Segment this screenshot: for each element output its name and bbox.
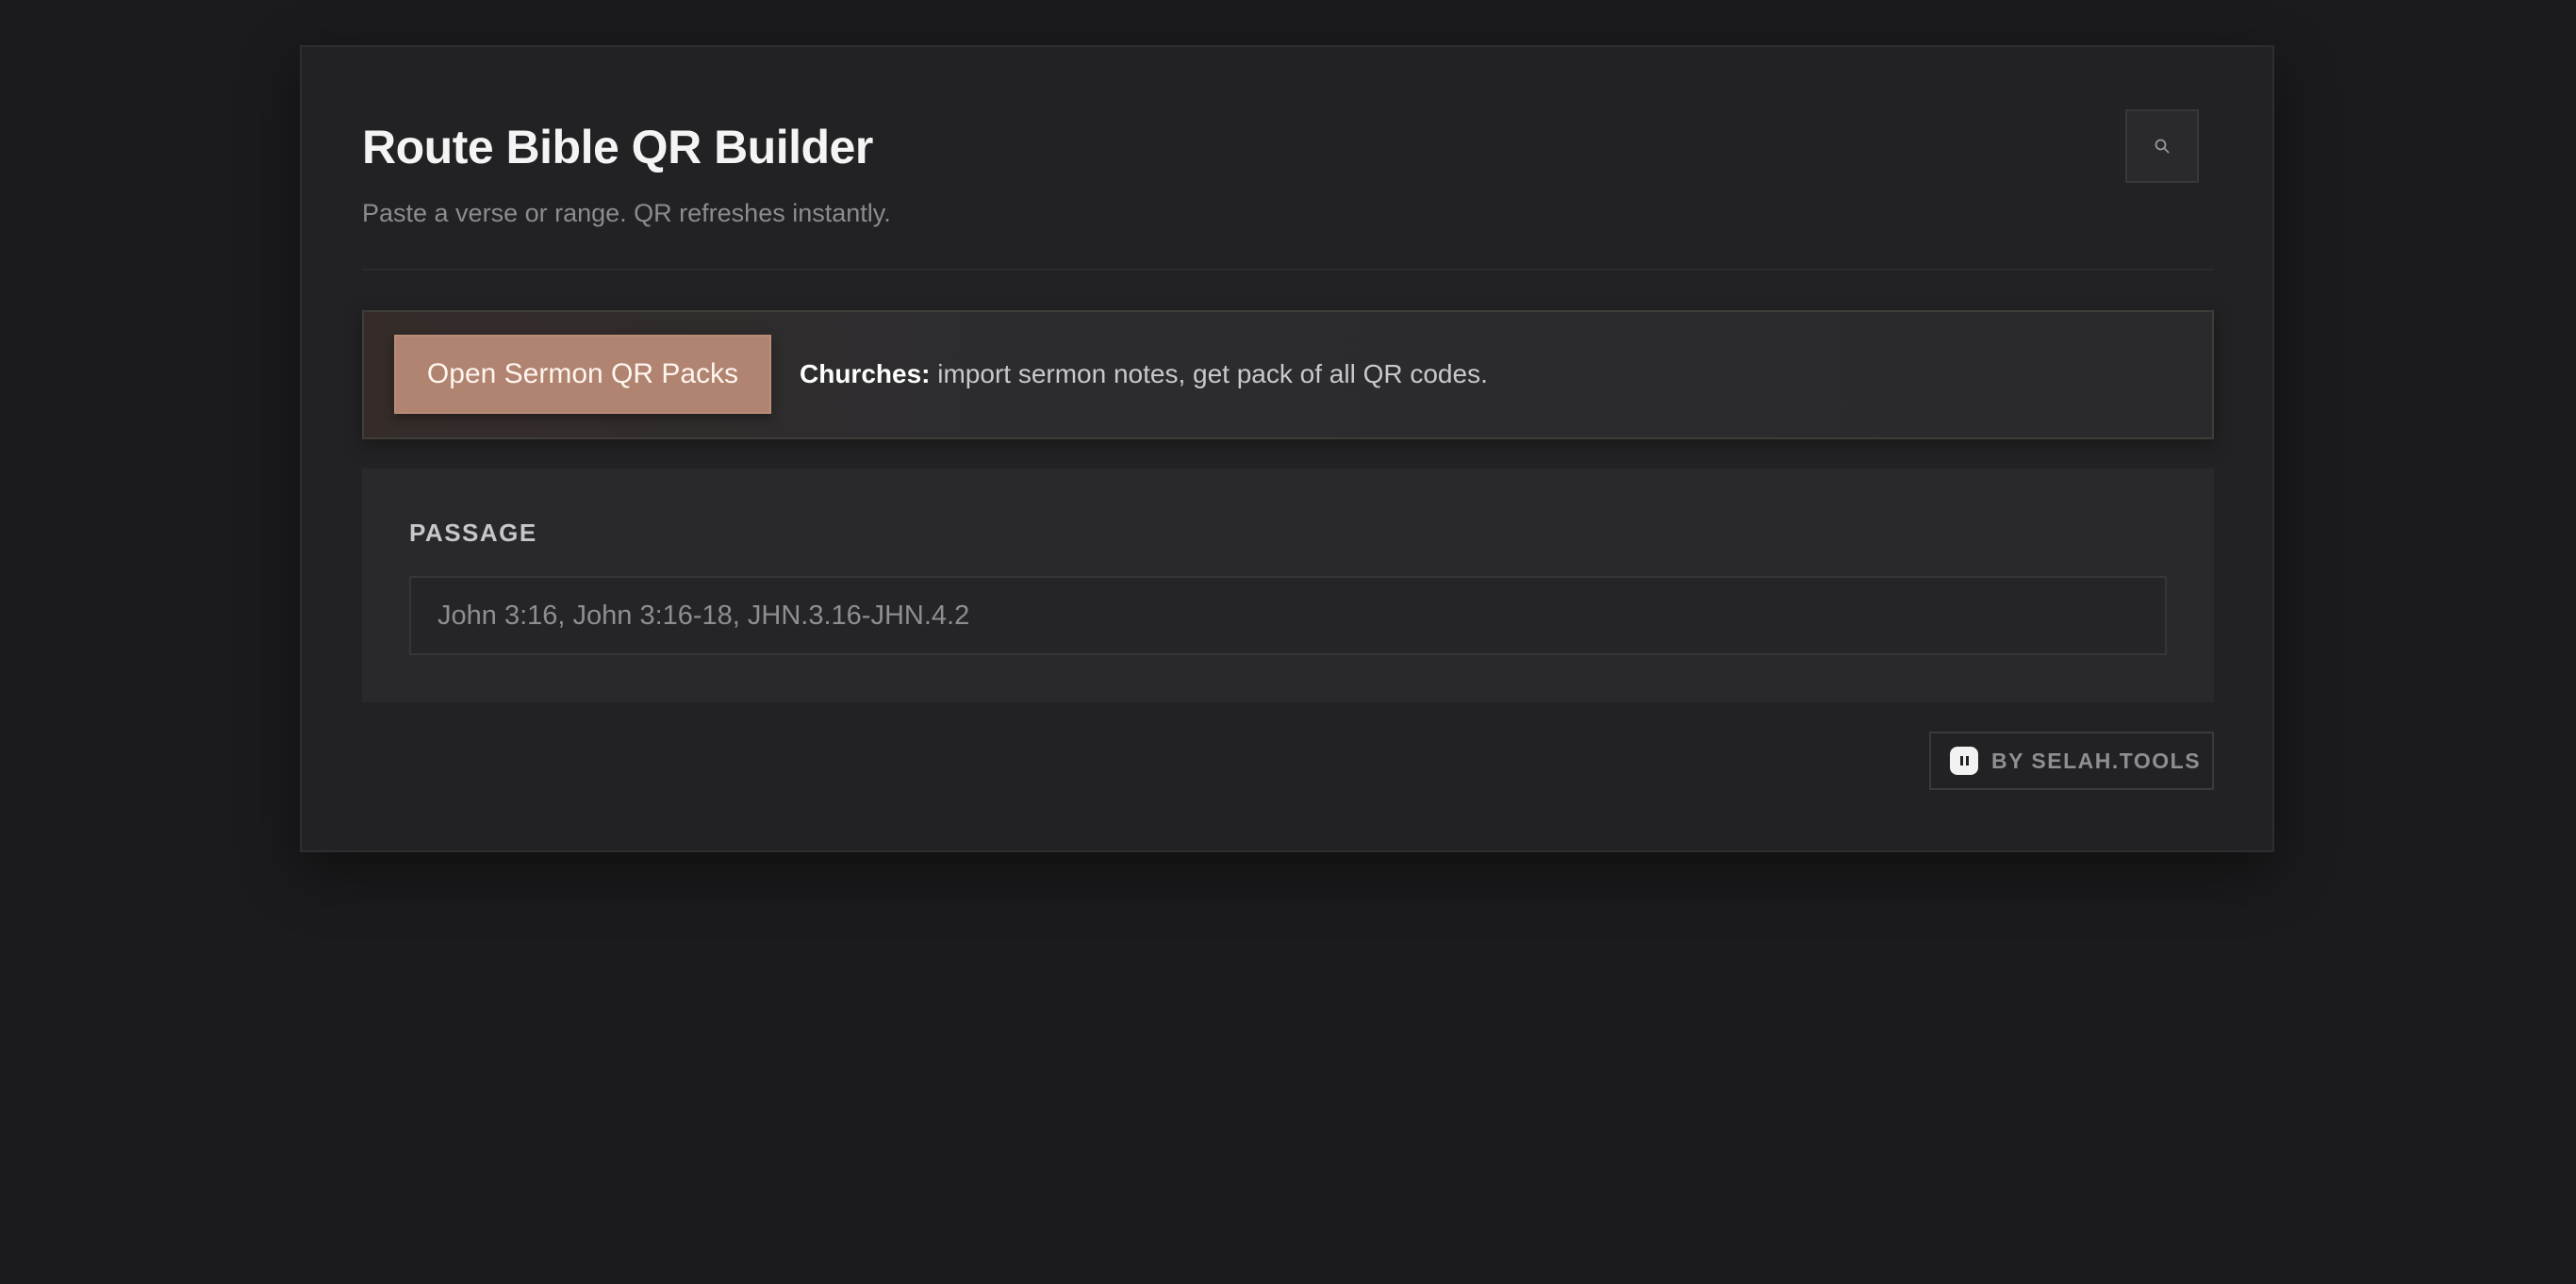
main-card: Route Bible QR Builder Paste a verse or … [300, 45, 2274, 852]
pause-icon [1950, 747, 1978, 775]
page-title: Route Bible QR Builder [362, 121, 873, 173]
passage-input[interactable] [409, 576, 2167, 655]
by-selah-tools-badge[interactable]: BY SELAH.TOOLS [1929, 732, 2214, 790]
open-sermon-qr-packs-button[interactable]: Open Sermon QR Packs [394, 335, 771, 414]
promo-text-rest: import sermon notes, get pack of all QR … [930, 359, 1488, 388]
search-icon [2155, 139, 2170, 154]
passage-section: PASSAGE [362, 469, 2214, 702]
header-divider [362, 269, 2214, 271]
badge-label: BY SELAH.TOOLS [1991, 748, 2202, 773]
promo-text: Churches: import sermon notes, get pack … [800, 359, 1488, 389]
passage-label: PASSAGE [409, 519, 537, 547]
promo-text-bold: Churches: [800, 359, 931, 388]
sermon-promo-banner: Open Sermon QR Packs Churches: import se… [362, 310, 2214, 439]
search-button[interactable] [2125, 109, 2199, 183]
page-subtitle: Paste a verse or range. QR refreshes ins… [362, 199, 891, 227]
